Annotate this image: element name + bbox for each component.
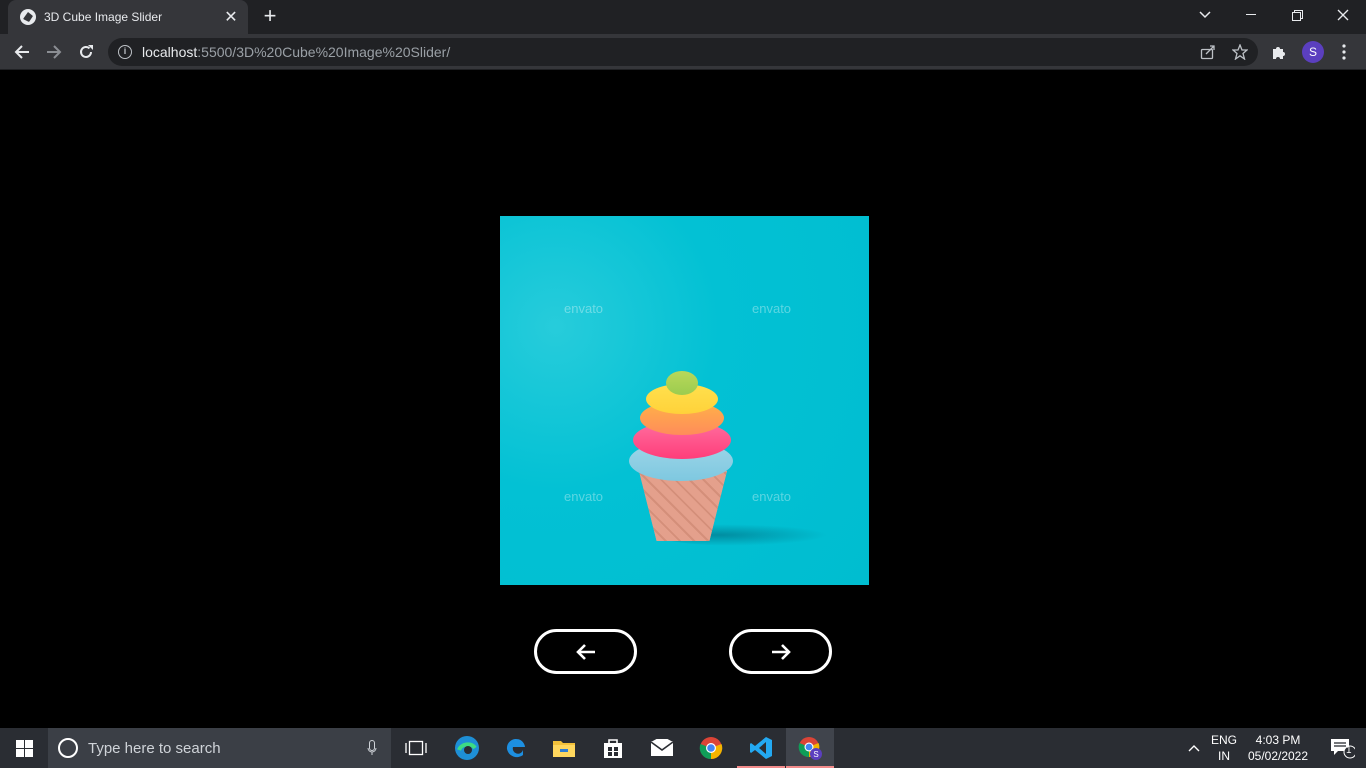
- vscode-icon: [750, 737, 772, 759]
- watermark: envato: [564, 301, 604, 316]
- ice-cream-top-green: [666, 371, 698, 395]
- svg-text:S: S: [813, 750, 818, 759]
- taskbar-store[interactable]: [589, 728, 637, 768]
- store-icon: [604, 739, 622, 758]
- share-icon: [1200, 45, 1215, 60]
- taskbar-vscode[interactable]: [737, 728, 785, 768]
- slider-image: envato envato envato envato: [500, 216, 869, 585]
- close-window-button[interactable]: [1320, 0, 1366, 30]
- chevron-up-icon: [1188, 745, 1200, 752]
- clock-time: 4:03 PM: [1255, 733, 1301, 747]
- taskbar-search[interactable]: Type here to search: [48, 728, 391, 768]
- arrow-right-icon: [771, 643, 791, 660]
- share-button[interactable]: [1194, 38, 1222, 66]
- language-indicator[interactable]: ENG IN: [1208, 732, 1240, 764]
- taskbar-edge-legacy[interactable]: [492, 728, 540, 768]
- back-button[interactable]: [8, 38, 36, 66]
- task-view-button[interactable]: [392, 728, 440, 768]
- browser-toolbar: i localhost:5500/3D%20Cube%20Image%20Sli…: [0, 34, 1366, 70]
- browser-tab[interactable]: 3D Cube Image Slider ✕: [8, 0, 248, 34]
- watermark: envato: [564, 489, 604, 504]
- minimize-button[interactable]: [1228, 0, 1274, 30]
- reload-icon: [80, 45, 93, 58]
- star-icon: [1232, 44, 1248, 60]
- task-view-icon: [405, 740, 427, 756]
- taskbar-chrome-profile[interactable]: S: [786, 728, 834, 768]
- search-placeholder: Type here to search: [88, 739, 221, 757]
- language-code: ENG: [1210, 733, 1237, 747]
- taskbar-edge-new[interactable]: [443, 728, 491, 768]
- restore-icon: [1291, 9, 1303, 21]
- edge-icon: [455, 736, 479, 760]
- clock-date: 05/02/2022: [1247, 749, 1309, 763]
- url-path: :5500/3D%20Cube%20Image%20Slider/: [197, 44, 451, 60]
- taskbar: Type here to search S ENG IN 4:03 PM 05/…: [0, 728, 1366, 768]
- taskbar-mail[interactable]: [638, 728, 686, 768]
- reload-button[interactable]: [72, 38, 100, 66]
- watermark: envato: [752, 489, 792, 504]
- tab-title: 3D Cube Image Slider: [44, 10, 163, 24]
- chevron-down-icon: [1199, 11, 1211, 19]
- url-host: localhost: [142, 44, 198, 60]
- watermark: envato: [752, 301, 792, 316]
- edge-legacy-icon: [506, 738, 525, 758]
- clock[interactable]: 4:03 PM 05/02/2022: [1242, 732, 1314, 764]
- prev-button[interactable]: [534, 629, 637, 674]
- region-code: IN: [1218, 749, 1230, 763]
- taskbar-chrome[interactable]: [687, 728, 735, 768]
- start-button[interactable]: [0, 728, 48, 768]
- show-hidden-icons-button[interactable]: [1182, 728, 1206, 768]
- notification-count: 1: [1346, 745, 1352, 756]
- mail-icon: [650, 739, 674, 756]
- action-center-button[interactable]: 1: [1318, 728, 1366, 768]
- arrow-left-icon: [575, 643, 595, 660]
- windows-icon: [15, 739, 33, 757]
- arrow-right-icon: [47, 45, 62, 59]
- new-tab-button[interactable]: +: [258, 5, 282, 29]
- menu-button[interactable]: [1330, 38, 1358, 66]
- next-button[interactable]: [729, 629, 832, 674]
- close-icon: [1337, 9, 1349, 21]
- forward-button[interactable]: [40, 38, 68, 66]
- minimize-icon: [1246, 14, 1256, 15]
- page-content: envato envato envato envato: [0, 71, 1366, 728]
- globe-icon: [20, 9, 36, 25]
- tab-search-button[interactable]: [1182, 0, 1228, 30]
- chrome-profile-icon: S: [798, 737, 822, 760]
- address-bar[interactable]: i localhost:5500/3D%20Cube%20Image%20Sli…: [108, 38, 1258, 66]
- arrow-left-icon: [14, 45, 29, 59]
- site-info-icon[interactable]: i: [118, 45, 132, 59]
- bookmark-button[interactable]: [1226, 38, 1254, 66]
- restore-button[interactable]: [1274, 0, 1320, 30]
- taskbar-file-explorer[interactable]: [540, 728, 588, 768]
- puzzle-icon: [1273, 47, 1285, 59]
- browser-titlebar: 3D Cube Image Slider ✕ +: [0, 0, 1366, 34]
- profile-avatar[interactable]: S: [1302, 41, 1324, 63]
- chrome-icon: [699, 737, 723, 760]
- cortana-icon: [58, 738, 78, 758]
- extensions-button[interactable]: [1265, 38, 1293, 66]
- tab-close-button[interactable]: ✕: [222, 7, 240, 27]
- folder-icon: [553, 741, 575, 757]
- more-vert-icon: [1342, 44, 1346, 60]
- microphone-icon[interactable]: [367, 740, 377, 756]
